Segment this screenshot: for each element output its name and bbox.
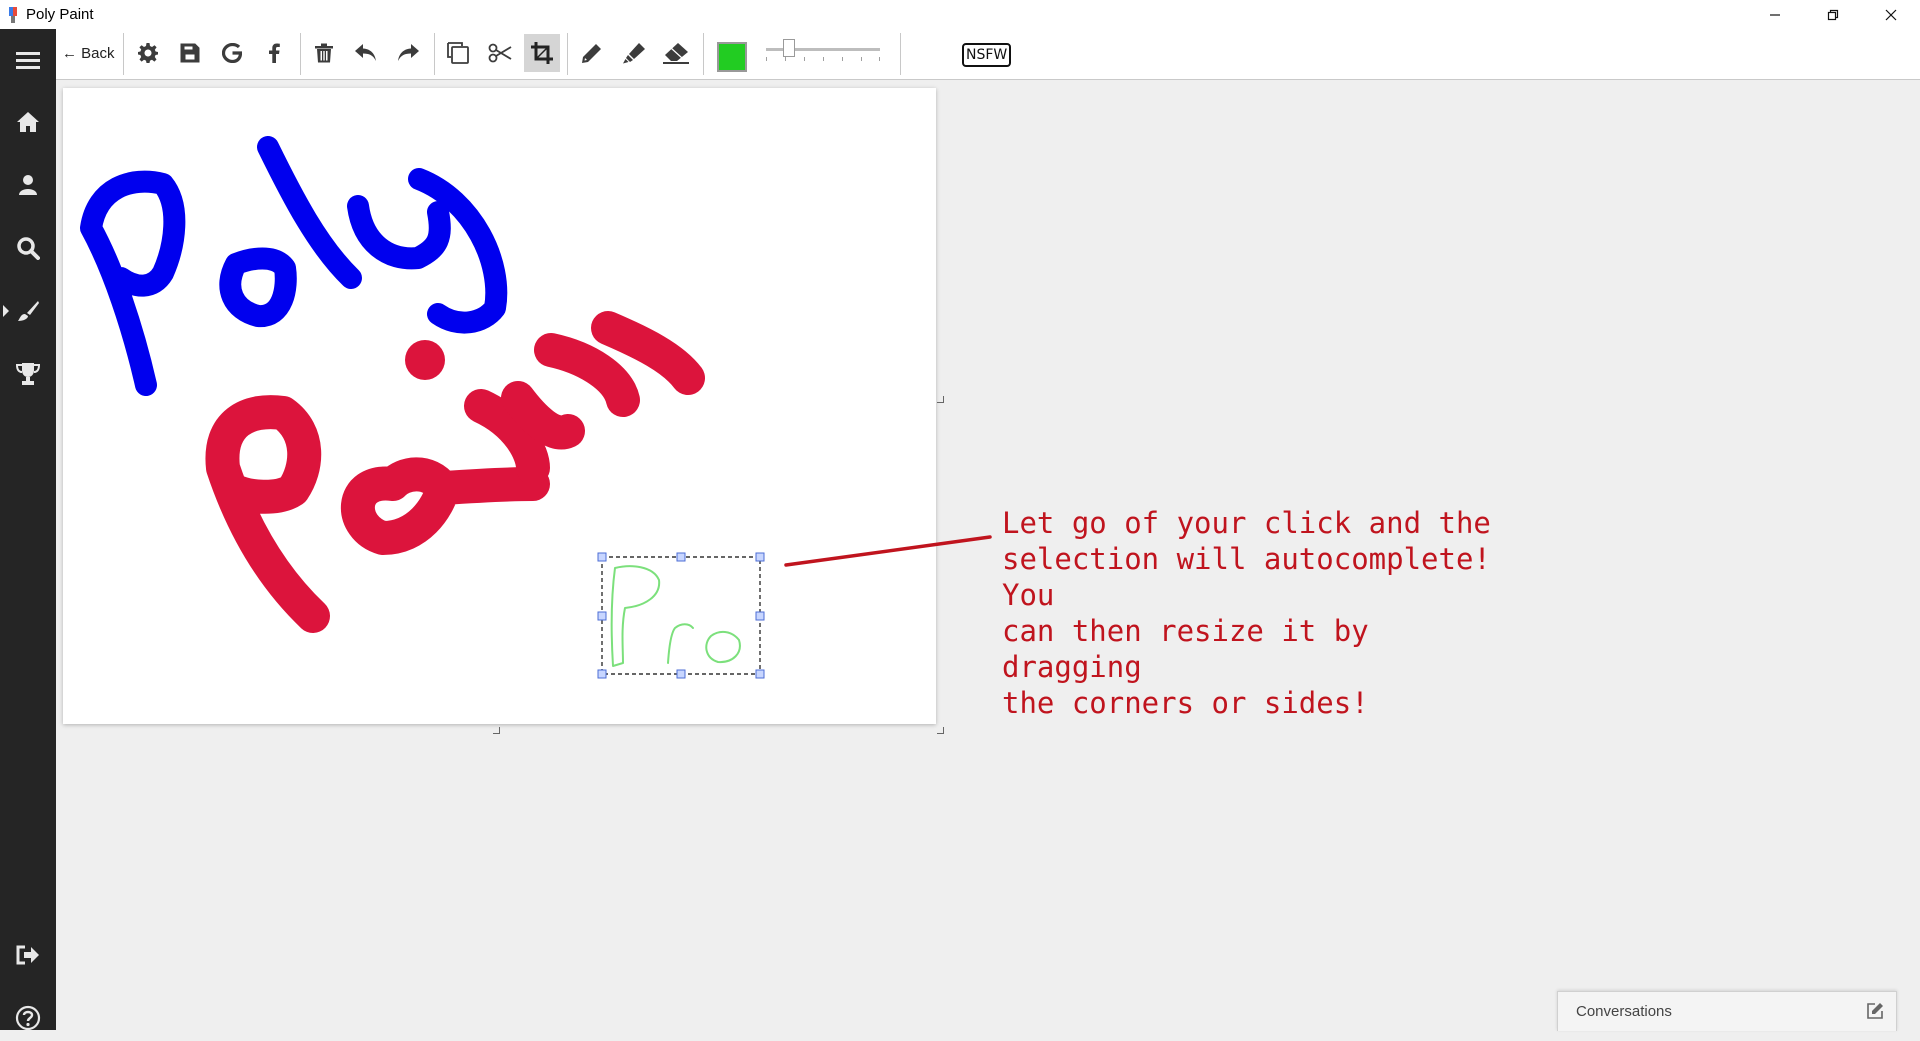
canvas-artwork	[80, 136, 765, 679]
toolbar: ← Back NSFW	[56, 29, 1920, 80]
sign-out-icon	[16, 945, 39, 965]
crop-button[interactable]	[524, 34, 560, 72]
eraser-icon	[663, 43, 689, 64]
undo-button[interactable]	[348, 34, 384, 72]
canvas-resize-handle-right[interactable]	[937, 396, 944, 403]
duplicate-button[interactable]	[440, 34, 476, 72]
conversations-panel[interactable]: Conversations	[1557, 991, 1897, 1031]
crop-icon	[531, 42, 553, 64]
canvas-resize-handle-bottom[interactable]	[493, 727, 500, 734]
gear-icon	[138, 43, 158, 63]
brush-size-slider-ticks	[766, 57, 880, 62]
color-picker-swatch[interactable]	[717, 42, 747, 72]
save-button[interactable]	[172, 34, 208, 72]
eraser-button[interactable]	[658, 34, 694, 72]
search-icon	[17, 237, 40, 260]
sidebar-item-search[interactable]	[0, 225, 56, 271]
google-icon	[222, 43, 242, 63]
sidebar-item-achievements[interactable]	[0, 351, 56, 397]
redo-icon	[398, 44, 419, 61]
marker-button[interactable]	[616, 34, 652, 72]
close-button[interactable]	[1862, 0, 1920, 29]
brush-size-slider-thumb[interactable]	[783, 39, 795, 57]
help-button[interactable]	[0, 995, 56, 1041]
google-share-button[interactable]	[214, 34, 250, 72]
toolbar-divider	[703, 33, 704, 75]
save-icon	[180, 43, 200, 63]
edit-icon[interactable]	[1866, 1002, 1884, 1020]
toolbar-divider	[567, 33, 568, 75]
marker-icon	[623, 43, 645, 64]
toolbar-divider	[123, 33, 124, 75]
pencil-button[interactable]	[574, 34, 610, 72]
facebook-share-button[interactable]	[256, 34, 292, 72]
logout-button[interactable]	[0, 932, 56, 978]
duplicate-icon	[447, 42, 469, 64]
sidebar-item-profile[interactable]	[0, 162, 56, 208]
app-logo-icon	[9, 6, 17, 23]
annotation-text: Let go of your click and the selection w…	[1002, 506, 1491, 720]
nsfw-toggle-button[interactable]: NSFW	[962, 43, 1012, 67]
help-icon	[15, 1005, 41, 1031]
toolbar-divider	[434, 33, 435, 75]
sidebar-item-draw[interactable]	[0, 288, 56, 334]
back-button[interactable]: ← Back	[62, 34, 115, 72]
stroke-paint	[205, 311, 705, 633]
selection-box[interactable]	[597, 552, 765, 679]
pro-text-stroke	[610, 565, 741, 667]
drawing-canvas[interactable]	[63, 88, 936, 724]
home-icon	[17, 112, 39, 132]
cut-button[interactable]	[482, 34, 518, 72]
brush-icon	[18, 301, 39, 321]
title-bar: Poly Paint	[0, 0, 1920, 29]
delete-button[interactable]	[306, 34, 342, 72]
window-title: Poly Paint	[26, 6, 94, 23]
cut-icon	[488, 43, 512, 63]
facebook-icon	[269, 43, 280, 63]
left-sidebar	[0, 29, 56, 1031]
restore-button[interactable]	[1804, 0, 1862, 29]
undo-icon	[355, 44, 376, 61]
window-controls	[1746, 0, 1920, 29]
minimize-icon	[1770, 13, 1780, 16]
pencil-icon	[582, 44, 601, 63]
sidebar-item-home[interactable]	[0, 99, 56, 145]
trophy-icon	[15, 363, 41, 385]
canvas-resize-handle-corner[interactable]	[937, 727, 944, 734]
close-icon	[1885, 9, 1897, 20]
settings-button[interactable]	[130, 34, 166, 72]
trash-icon	[315, 43, 333, 63]
redo-button[interactable]	[390, 34, 426, 72]
toolbar-divider	[300, 33, 301, 75]
conversations-label: Conversations	[1576, 1003, 1672, 1020]
toolbar-divider	[900, 33, 901, 75]
user-icon	[19, 175, 37, 195]
restore-icon	[1827, 9, 1839, 20]
minimize-button[interactable]	[1746, 0, 1804, 29]
hamburger-icon	[16, 52, 40, 69]
menu-button[interactable]	[0, 37, 56, 83]
